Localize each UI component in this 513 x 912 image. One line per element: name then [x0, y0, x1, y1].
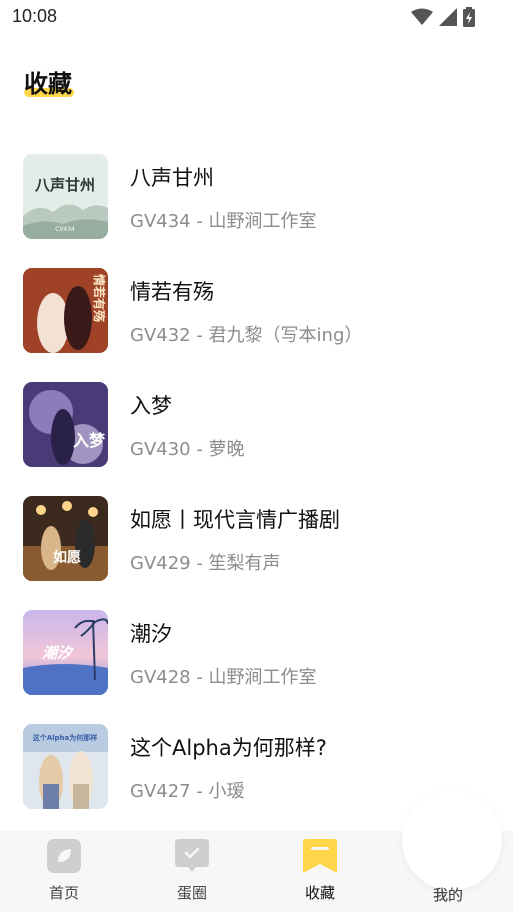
status-bar: 10:08: [0, 0, 513, 36]
list-item[interactable]: 入梦 入梦 GV430 - 萝晚: [0, 382, 513, 468]
cover-title-text: 八声甘州: [34, 176, 95, 194]
item-title: 如愿丨现代言情广播剧: [130, 508, 340, 532]
leaf-icon: [47, 839, 81, 873]
tab-favorites[interactable]: 收藏: [270, 831, 370, 912]
cover-image: 如愿: [23, 496, 108, 581]
item-subtitle: GV427 - 小瑷: [130, 781, 245, 802]
cell-signal-icon: [439, 8, 457, 26]
item-subtitle: GV432 - 君九黎（写本ing）: [130, 325, 363, 346]
tab-label: 蛋圈: [176, 884, 207, 902]
cover-title-text: 潮汐: [42, 644, 75, 662]
cover-title-text: 这个Alpha为何那样: [33, 733, 98, 742]
battery-charging-icon: [463, 7, 475, 27]
chat-check-icon: [175, 839, 209, 872]
list-item[interactable]: 潮汐 潮汐 GV428 - 山野涧工作室: [0, 610, 513, 696]
list-item[interactable]: 情若有殇 情若有殇 GV432 - 君九黎（写本ing）: [0, 268, 513, 354]
page-title-wrap: 收藏: [24, 64, 74, 99]
item-subtitle: GV429 - 笙梨有声: [130, 553, 281, 574]
tab-egg-circle[interactable]: 蛋圈: [142, 831, 242, 912]
item-title: 入梦: [130, 394, 172, 418]
item-title: 这个Alpha为何那样?: [130, 736, 327, 760]
list-item[interactable]: 八声甘州 CV434 八声甘州 GV434 - 山野涧工作室: [0, 154, 513, 240]
cover-title-text: 入梦: [73, 431, 106, 450]
item-subtitle: GV428 - 山野涧工作室: [130, 667, 317, 688]
cover-image: 八声甘州 CV434: [23, 154, 108, 239]
item-subtitle: GV430 - 萝晚: [130, 439, 245, 460]
page-title: 收藏: [24, 70, 72, 98]
cover-title-text: 如愿: [53, 549, 81, 566]
cover-title-text: 情若有殇: [92, 274, 107, 322]
item-title: 八声甘州: [130, 166, 214, 190]
cover-image: 情若有殇: [23, 268, 108, 353]
cover-caption: CV434: [55, 226, 75, 233]
tab-home[interactable]: 首页: [14, 831, 114, 912]
tab-label: 首页: [48, 884, 79, 902]
bookmark-icon: [303, 839, 337, 873]
cover-image: 入梦: [23, 382, 108, 467]
item-title: 情若有殇: [130, 280, 214, 304]
wifi-icon: [411, 8, 433, 25]
status-time: 10:08: [12, 6, 58, 26]
profile-icon[interactable]: [402, 790, 502, 890]
cover-image: 这个Alpha为何那样: [23, 724, 108, 809]
cover-image: 潮汐: [23, 610, 108, 695]
list-item[interactable]: 如愿 如愿丨现代言情广播剧 GV429 - 笙梨有声: [0, 496, 513, 582]
item-subtitle: GV434 - 山野涧工作室: [130, 211, 317, 232]
item-title: 潮汐: [130, 622, 172, 646]
tab-profile-label: 我的: [432, 886, 463, 904]
status-icons: [411, 7, 475, 27]
tab-label: 收藏: [304, 884, 335, 902]
